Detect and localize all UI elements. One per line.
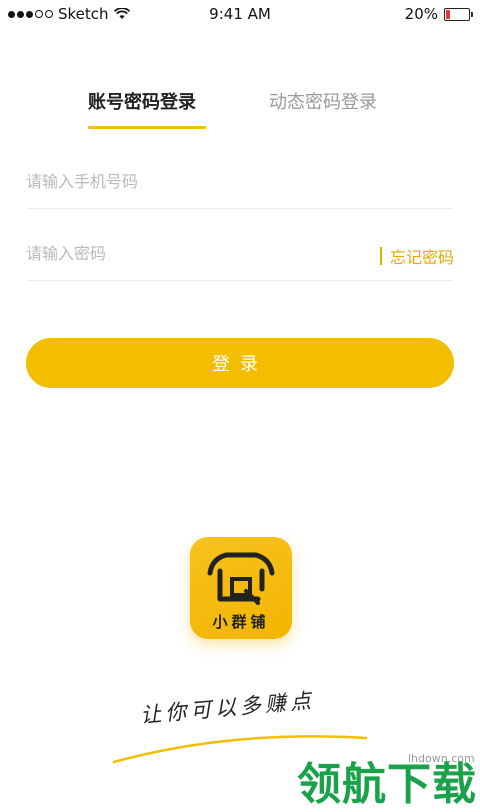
battery-level (446, 9, 450, 19)
active-tab-indicator (88, 126, 206, 129)
battery-group: 20% (404, 5, 473, 23)
battery-percent: 20% (404, 5, 438, 23)
login-tabs: 账号密码登录 动态密码登录 (0, 88, 480, 132)
password-input[interactable] (26, 244, 326, 263)
password-field-row: 忘记密码 (26, 228, 454, 281)
house-icon (207, 552, 275, 605)
phone-input[interactable] (26, 172, 326, 191)
app-logo: 小群铺 (190, 537, 292, 639)
tab-password-login[interactable]: 账号密码登录 (88, 88, 196, 114)
forgot-password-link[interactable]: 忘记密码 (380, 244, 454, 268)
phone-field-row (26, 156, 454, 209)
app-logo-name: 小群铺 (212, 613, 270, 631)
watermark-logo: 领航下载 (297, 759, 477, 810)
status-bar: Sketch 9:41 AM 20% (0, 0, 480, 28)
login-button[interactable]: 登录 (26, 338, 454, 388)
forgot-password-label: 忘记密码 (389, 248, 454, 267)
tab-dynamic-password-login[interactable]: 动态密码登录 (269, 88, 377, 114)
battery-icon (444, 7, 473, 21)
slogan: 让你可以多赚点 (139, 688, 316, 728)
forgot-separator (380, 247, 382, 265)
